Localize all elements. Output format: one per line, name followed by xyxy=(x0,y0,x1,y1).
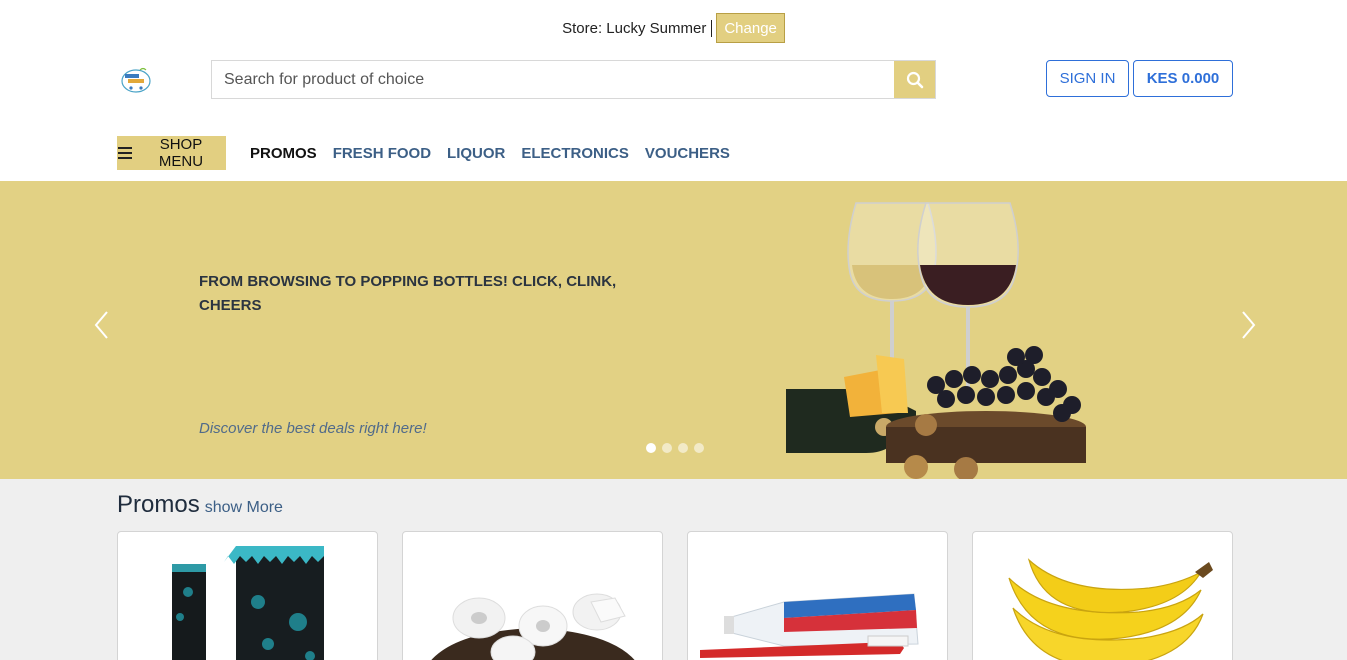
toilet-paper-product-image xyxy=(431,593,635,660)
wine-glasses-image xyxy=(786,202,1086,479)
search-input[interactable] xyxy=(212,61,894,98)
sign-in-button[interactable]: SIGN IN xyxy=(1046,60,1129,97)
main-nav: SHOP MENU PROMOS FRESH FOOD LIQUOR ELECT… xyxy=(117,136,730,170)
cart-total-button[interactable]: KES 0.000 xyxy=(1133,60,1233,97)
carousel-indicators xyxy=(646,443,704,453)
carousel-next-button[interactable] xyxy=(1238,308,1258,342)
promos-header: Promos show More xyxy=(117,491,283,519)
beauty-cream-product-image xyxy=(172,546,324,660)
product-card[interactable] xyxy=(117,531,378,660)
carousel-prev-button[interactable] xyxy=(92,308,112,342)
promos-section: Promos show More xyxy=(0,479,1347,660)
promos-title: Promos xyxy=(117,491,200,518)
product-card[interactable] xyxy=(402,531,663,660)
hero-title: FROM BROWSING TO POPPING BOTTLES! CLICK,… xyxy=(199,273,617,314)
nav-links: PROMOS FRESH FOOD LIQUOR ELECTRONICS VOU… xyxy=(250,145,730,162)
shop-menu-label: SHOP MENU xyxy=(158,136,204,170)
hero-carousel: FROM BROWSING TO POPPING BOTTLES! CLICK,… xyxy=(0,181,1347,479)
chevron-right-icon xyxy=(1242,311,1256,339)
cart-logo-icon xyxy=(121,67,151,93)
carousel-dot[interactable] xyxy=(662,443,672,453)
nav-link-vouchers[interactable]: VOUCHERS xyxy=(645,145,730,162)
change-store-button[interactable]: Change xyxy=(716,13,785,43)
bananas-product-image xyxy=(1008,558,1213,660)
carousel-dot[interactable] xyxy=(678,443,688,453)
store-bar: Store: Lucky Summer Change xyxy=(0,13,1347,43)
carousel-dot[interactable] xyxy=(646,443,656,453)
search-icon xyxy=(906,71,923,88)
store-label: Store: Lucky Summer xyxy=(562,19,707,37)
search-button[interactable] xyxy=(894,61,935,98)
carousel-dot[interactable] xyxy=(694,443,704,453)
text-caret xyxy=(711,19,713,37)
toothpaste-product-image xyxy=(700,593,919,658)
nav-link-liquor[interactable]: LIQUOR xyxy=(447,145,505,162)
product-card[interactable] xyxy=(972,531,1233,660)
nav-link-electronics[interactable]: ELECTRONICS xyxy=(521,145,629,162)
nav-link-promos[interactable]: PROMOS xyxy=(250,145,317,162)
product-card[interactable] xyxy=(687,531,948,660)
nav-link-fresh-food[interactable]: FRESH FOOD xyxy=(333,145,431,162)
hamburger-icon xyxy=(118,147,132,159)
chevron-left-icon xyxy=(94,311,108,339)
show-more-link[interactable]: show More xyxy=(205,499,283,517)
hero-subtitle: Discover the best deals right here! xyxy=(199,420,427,437)
shop-menu-button[interactable]: SHOP MENU xyxy=(117,136,226,170)
site-logo[interactable] xyxy=(120,66,152,94)
search-bar xyxy=(211,60,936,99)
